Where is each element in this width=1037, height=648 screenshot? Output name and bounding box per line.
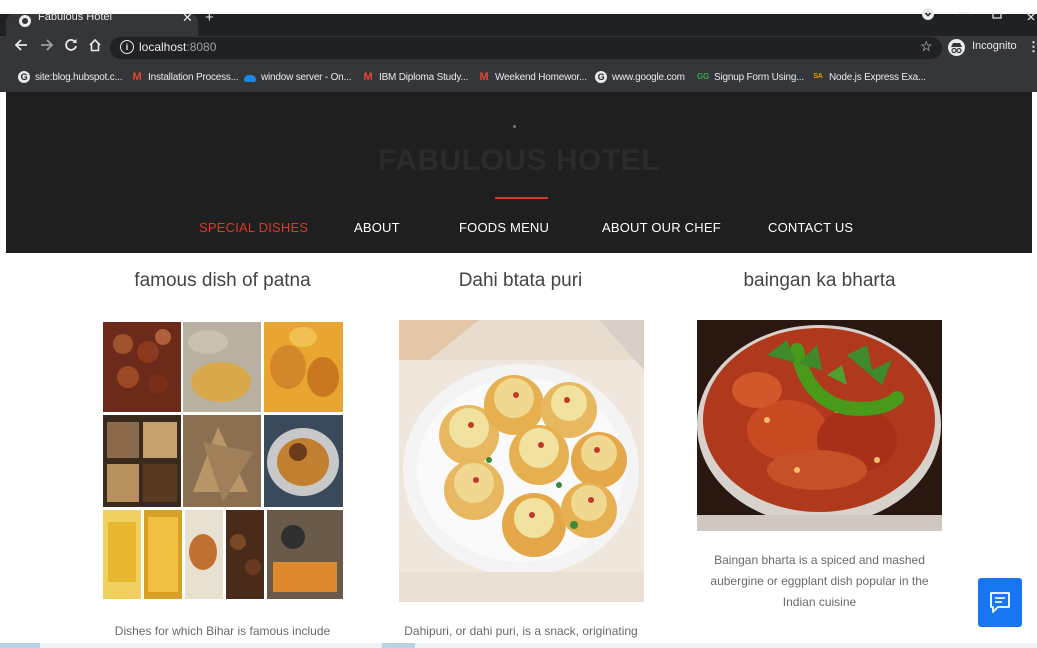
chat-button[interactable] (978, 578, 1022, 627)
forward-icon[interactable] (40, 38, 54, 56)
bookmark-label: IBM Diploma Study... (379, 71, 469, 83)
bookmark-item[interactable]: M Weekend Homewor... (478, 70, 588, 84)
bookmark-label: Installation Process... (148, 71, 239, 83)
bookmark-label: www.google.com (612, 71, 685, 83)
bookmark-item[interactable]: M IBM Diploma Study... (362, 70, 469, 84)
nav-contact-us[interactable]: CONTACT US (768, 220, 853, 235)
google-icon: G (595, 71, 607, 83)
tab-search-icon[interactable] (922, 8, 934, 23)
site-header: FABULOUS HOTEL SPECIAL DISHES ABOUT FOOD… (6, 92, 1032, 253)
nav-about-our-chef[interactable]: ABOUT OUR CHEF (602, 220, 721, 235)
bookmark-star-icon[interactable]: ☆ (920, 38, 933, 55)
bottom-scroll-track (0, 643, 1037, 648)
bookmark-item[interactable]: M Installation Process... (131, 70, 239, 84)
bookmark-item[interactable]: SA Node.js Express Exa... (812, 70, 926, 84)
bookmark-label: Node.js Express Exa... (829, 71, 926, 83)
dish-description-line: Dahipuri, or dahi puri, is a snack, orig… (404, 624, 638, 638)
gmail-icon: M (132, 71, 142, 83)
url-text: localhost:8080 (139, 40, 216, 54)
dish-title: baingan ka bharta (743, 270, 896, 291)
bookmark-item[interactable]: Gwww.google.com (595, 70, 685, 84)
bookmark-label: Weekend Homewor... (495, 71, 587, 83)
incognito-label: Incognito (972, 40, 1017, 52)
restore-icon[interactable] (992, 8, 1004, 23)
new-tab-icon[interactable]: + (205, 9, 214, 26)
bookmark-item[interactable]: window server - On... (244, 70, 351, 84)
address-bar[interactable]: i localhost:8080 ☆ (110, 37, 942, 59)
bookmark-item[interactable]: Gsite:blog.hubspot.c... (18, 70, 123, 84)
dish-image-baingan-bharta (697, 320, 942, 531)
close-window-icon[interactable] (1025, 8, 1037, 23)
back-icon[interactable] (14, 38, 28, 56)
dish-description: Baingan bharta is a spiced and mashed au… (693, 550, 946, 613)
minimize-icon[interactable] (958, 8, 970, 23)
browser-menu-icon[interactable]: ⋮ (1027, 39, 1037, 55)
incognito-badge[interactable]: Incognito (944, 37, 1018, 59)
home-icon[interactable] (88, 38, 102, 56)
onedrive-icon (244, 75, 256, 82)
tab-title: Fabulous Hotel (38, 11, 112, 23)
dish-title: famous dish of patna (134, 270, 311, 291)
dish-title: Dahi btata puri (458, 270, 583, 291)
url-host: localhost (139, 40, 187, 54)
sa-icon: SA (813, 73, 823, 80)
dish-description-line: Indian cuisine (782, 595, 857, 609)
tab-favicon-icon (19, 15, 31, 27)
url-port: :8080 (186, 40, 217, 54)
browser-tab[interactable]: Fabulous Hotel ✕ (6, 10, 198, 36)
bookmarks-bar: Gsite:blog.hubspot.c... M Installation Pr… (0, 62, 1037, 92)
dish-description: Dahipuri, or dahi puri, is a snack, orig… (395, 621, 647, 642)
bookmark-label: window server - On... (261, 71, 352, 83)
header-dot (513, 125, 516, 128)
chat-icon (989, 591, 1011, 619)
dish-description-line: Baingan bharta is a spiced and mashed (714, 553, 925, 567)
title-underline (495, 197, 548, 199)
bottom-scroll-segment (382, 643, 415, 648)
dish-description-line: Dishes for which Bihar is famous include (114, 624, 331, 638)
nav-special-dishes[interactable]: SPECIAL DISHES (199, 220, 308, 235)
dish-description: Dishes for which Bihar is famous include (90, 621, 355, 642)
incognito-icon (948, 39, 965, 56)
bookmark-item[interactable]: GG Signup Form Using... (697, 70, 804, 84)
dish-image-dahi-puri (399, 320, 644, 602)
gmail-icon: M (363, 71, 373, 83)
site-title: FABULOUS HOTEL (378, 144, 660, 177)
nav-foods-menu[interactable]: FOODS MENU (459, 220, 549, 235)
browser-tab-bar: Fabulous Hotel ✕ + (0, 8, 1037, 36)
google-icon: G (18, 71, 30, 83)
gg-icon: GG (697, 72, 710, 81)
bookmark-label: site:blog.hubspot.c... (35, 71, 123, 83)
dish-description-line: aubergine or eggplant dish popular in th… (710, 574, 929, 588)
site-info-icon[interactable]: i (120, 40, 134, 54)
gmail-icon: M (479, 71, 489, 83)
nav-about[interactable]: ABOUT (354, 220, 400, 235)
dish-image-patna-collage (103, 322, 343, 599)
bottom-scroll-segment (0, 643, 40, 648)
screen-top-strip (0, 0, 1037, 14)
browser-toolbar: i localhost:8080 ☆ Incognito ⋮ (0, 36, 1037, 62)
bookmark-label: Signup Form Using... (714, 71, 804, 83)
tab-close-icon[interactable]: ✕ (182, 10, 193, 26)
reload-icon[interactable] (64, 38, 78, 56)
